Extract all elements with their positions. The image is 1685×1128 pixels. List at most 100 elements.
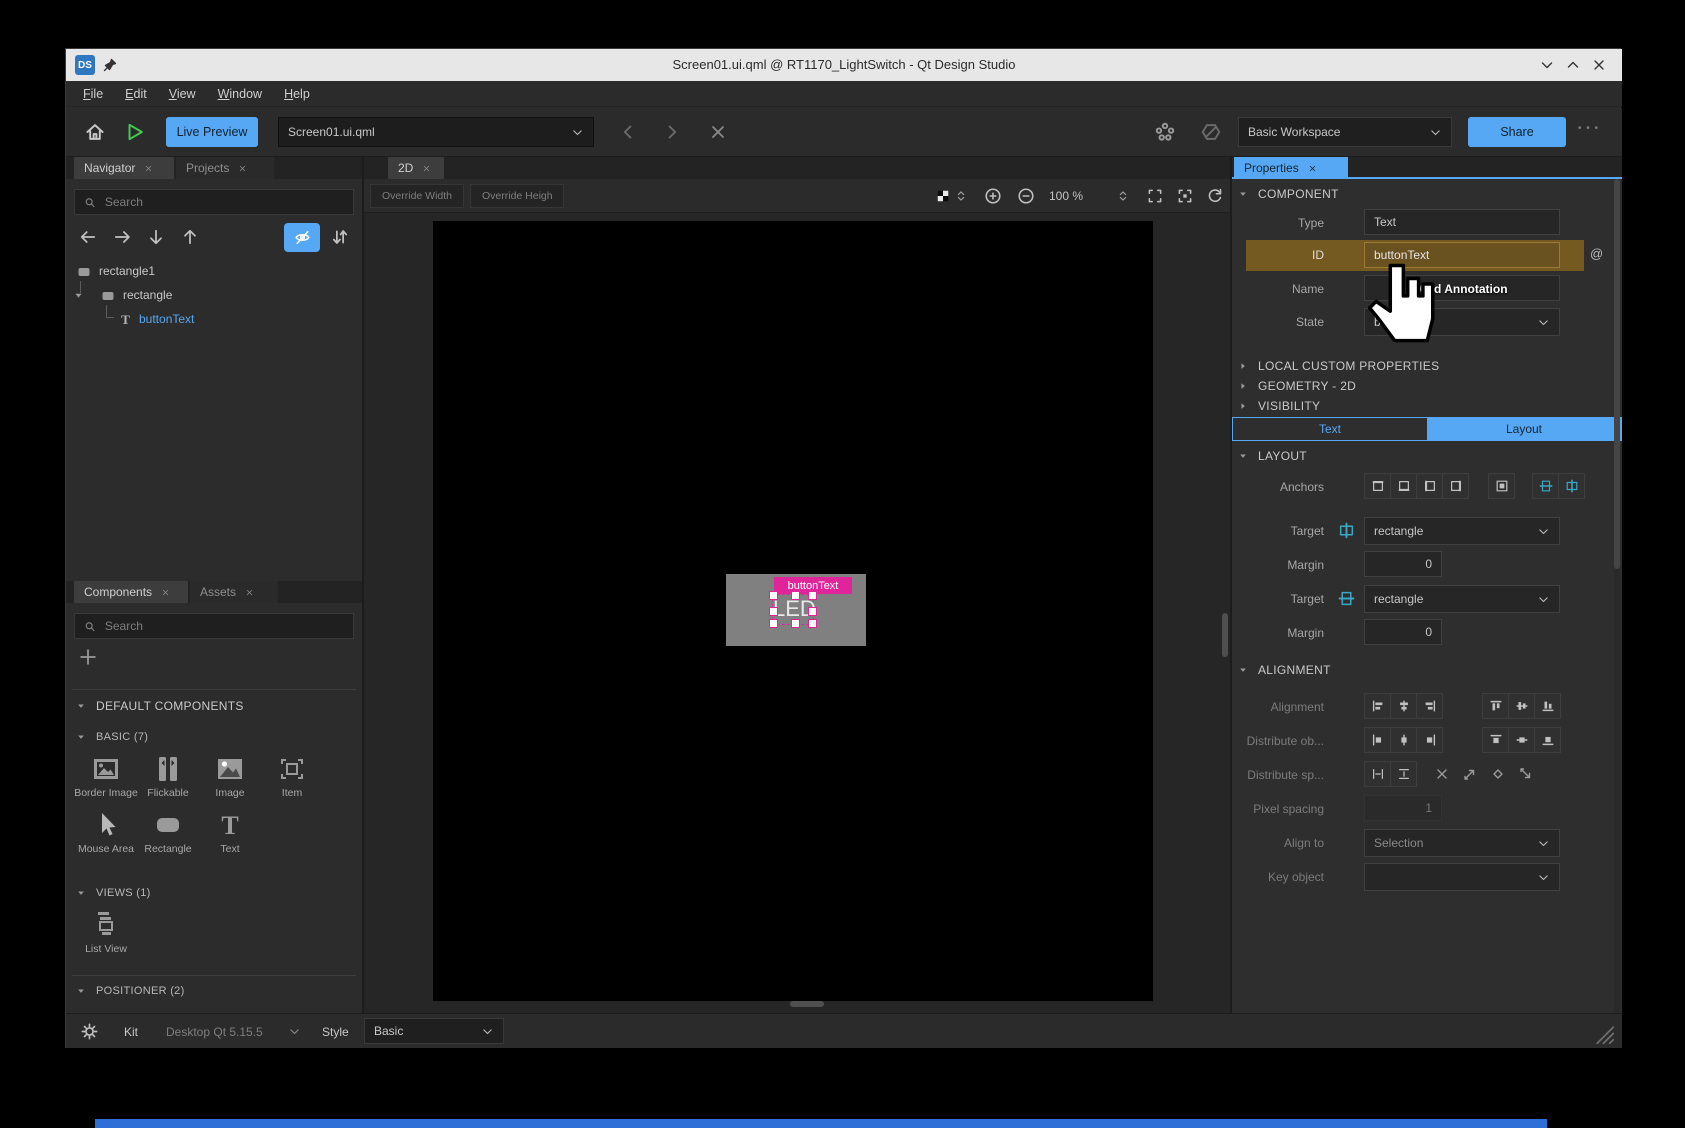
distribute-none-icon[interactable]	[1434, 766, 1450, 782]
resize-grip[interactable]	[1594, 1024, 1614, 1044]
distribute-spacing-h-button[interactable]	[1364, 761, 1391, 787]
component-mouse-area[interactable]	[89, 811, 123, 839]
move-right-icon[interactable]	[112, 227, 132, 247]
close-icon[interactable]	[238, 164, 247, 173]
tree-row-rectangle[interactable]: rectangle	[66, 285, 362, 307]
menu-window[interactable]: Window	[209, 84, 271, 104]
override-height-field[interactable]	[470, 184, 564, 208]
background-color-swatch[interactable]	[936, 189, 950, 203]
resize-handle[interactable]	[808, 591, 817, 600]
override-height-input[interactable]	[480, 189, 554, 203]
section-local-custom-properties[interactable]: LOCAL CUSTOM PROPERTIES	[1238, 359, 1439, 373]
annotations-icon[interactable]	[1200, 121, 1222, 143]
canvas-vertical-scrollbar[interactable]	[1222, 613, 1228, 657]
target-horizontal-dropdown[interactable]: rectangle	[1364, 517, 1560, 545]
run-play-icon[interactable]	[124, 121, 146, 143]
distribute-center-v-button[interactable]	[1508, 727, 1535, 753]
distribute-right-button[interactable]	[1416, 727, 1443, 753]
zoom-stepper-icon[interactable]	[1116, 189, 1130, 203]
align-right-button[interactable]	[1416, 693, 1443, 719]
style-dropdown[interactable]: Basic	[364, 1018, 504, 1044]
workspaces-icon[interactable]	[1154, 121, 1176, 143]
swatch-stepper-icon[interactable]	[954, 189, 968, 203]
kit-value[interactable]: Desktop Qt 5.15.5	[166, 1025, 263, 1039]
component-text[interactable]: T	[213, 811, 247, 839]
navigator-search[interactable]	[74, 189, 354, 215]
open-file-dropdown[interactable]: Screen01.ui.qml	[278, 117, 594, 147]
key-object-dropdown[interactable]	[1364, 863, 1560, 891]
show-invisible-items-toggle[interactable]	[284, 223, 320, 252]
forward-icon[interactable]	[662, 122, 682, 142]
move-left-icon[interactable]	[78, 227, 98, 247]
align-left-button[interactable]	[1364, 693, 1391, 719]
fit-selection-icon[interactable]	[1176, 187, 1194, 205]
align-to-dropdown[interactable]: Selection	[1364, 829, 1560, 857]
override-width-input[interactable]	[380, 189, 454, 203]
distribute-center-h-button[interactable]	[1390, 727, 1417, 753]
component-list-view[interactable]	[89, 909, 123, 939]
tab-assets[interactable]: Assets	[190, 581, 278, 603]
components-search[interactable]	[74, 613, 354, 639]
gear-icon[interactable]	[80, 1022, 99, 1041]
home-icon[interactable]	[84, 121, 106, 143]
maximize-button[interactable]	[1562, 54, 1584, 76]
resize-handle[interactable]	[808, 619, 817, 628]
distribute-origin-center-icon[interactable]	[1490, 766, 1506, 782]
anchor-horizontal-center-button[interactable]	[1558, 473, 1585, 499]
tab-properties[interactable]: Properties	[1234, 157, 1348, 179]
zoom-out-icon[interactable]	[1017, 187, 1035, 205]
buttontext-selection[interactable]: LED	[772, 594, 814, 625]
close-button[interactable]	[1588, 54, 1610, 76]
anchor-bottom-button[interactable]	[1390, 473, 1417, 499]
resize-handle[interactable]	[791, 591, 800, 600]
close-icon[interactable]	[422, 164, 431, 173]
section-layout[interactable]: LAYOUT	[1238, 449, 1307, 463]
anchor-vertical-center-button[interactable]	[1532, 473, 1559, 499]
close-icon[interactable]	[144, 164, 153, 173]
component-rectangle[interactable]	[151, 811, 185, 839]
distribute-spacing-v-button[interactable]	[1390, 761, 1417, 787]
resize-handle[interactable]	[808, 607, 817, 616]
type-field[interactable]: Text	[1364, 209, 1560, 235]
subtab-text[interactable]: Text	[1233, 418, 1427, 440]
tab-navigator[interactable]: Navigator	[74, 157, 174, 179]
distribute-left-button[interactable]	[1364, 727, 1391, 753]
more-options-button[interactable]: • • •	[1578, 123, 1599, 134]
section-default-components[interactable]: DEFAULT COMPONENTS	[76, 699, 244, 713]
distribute-origin-ne-icon[interactable]	[1462, 766, 1478, 782]
tree-row-rectangle1[interactable]: rectangle1	[66, 261, 362, 283]
subtab-layout[interactable]: Layout	[1427, 418, 1621, 440]
menu-view[interactable]: View	[160, 84, 205, 104]
resize-handle[interactable]	[769, 591, 778, 600]
component-border-image[interactable]	[89, 755, 123, 783]
menu-edit[interactable]: Edit	[116, 84, 156, 104]
margin-vertical-field[interactable]: 0	[1364, 619, 1442, 645]
reset-view-icon[interactable]	[1206, 187, 1224, 205]
resize-handle[interactable]	[791, 619, 800, 628]
anchor-fill-button[interactable]	[1488, 473, 1515, 499]
section-component[interactable]: COMPONENT	[1238, 187, 1339, 201]
kit-chevron-icon[interactable]	[288, 1025, 301, 1038]
anchor-left-button[interactable]	[1416, 473, 1443, 499]
component-image[interactable]	[213, 755, 247, 783]
annotation-at-icon[interactable]: @	[1590, 246, 1603, 261]
tab-projects[interactable]: Projects	[176, 157, 274, 179]
back-icon[interactable]	[618, 122, 638, 142]
add-module-icon[interactable]	[78, 647, 98, 667]
canvas-horizontal-scrollbar[interactable]	[790, 1001, 824, 1007]
tree-row-buttontext[interactable]: T buttonText	[66, 309, 362, 331]
group-positioner[interactable]: POSITIONER (2)	[76, 985, 185, 997]
expander-icon[interactable]	[73, 290, 84, 301]
properties-scrollbar-thumb[interactable]	[1614, 179, 1620, 569]
close-icon[interactable]	[1308, 164, 1317, 173]
target-vertical-dropdown[interactable]: rectangle	[1364, 585, 1560, 613]
distribute-top-button[interactable]	[1482, 727, 1509, 753]
align-bottom-button[interactable]	[1534, 693, 1561, 719]
section-visibility[interactable]: VISIBILITY	[1238, 399, 1320, 413]
distribute-origin-se-icon[interactable]	[1518, 766, 1534, 782]
group-basic[interactable]: BASIC (7)	[76, 731, 148, 743]
resize-handle[interactable]	[769, 607, 778, 616]
resize-handle[interactable]	[769, 619, 778, 628]
components-search-input[interactable]	[103, 618, 344, 634]
menu-help[interactable]: Help	[275, 84, 319, 104]
